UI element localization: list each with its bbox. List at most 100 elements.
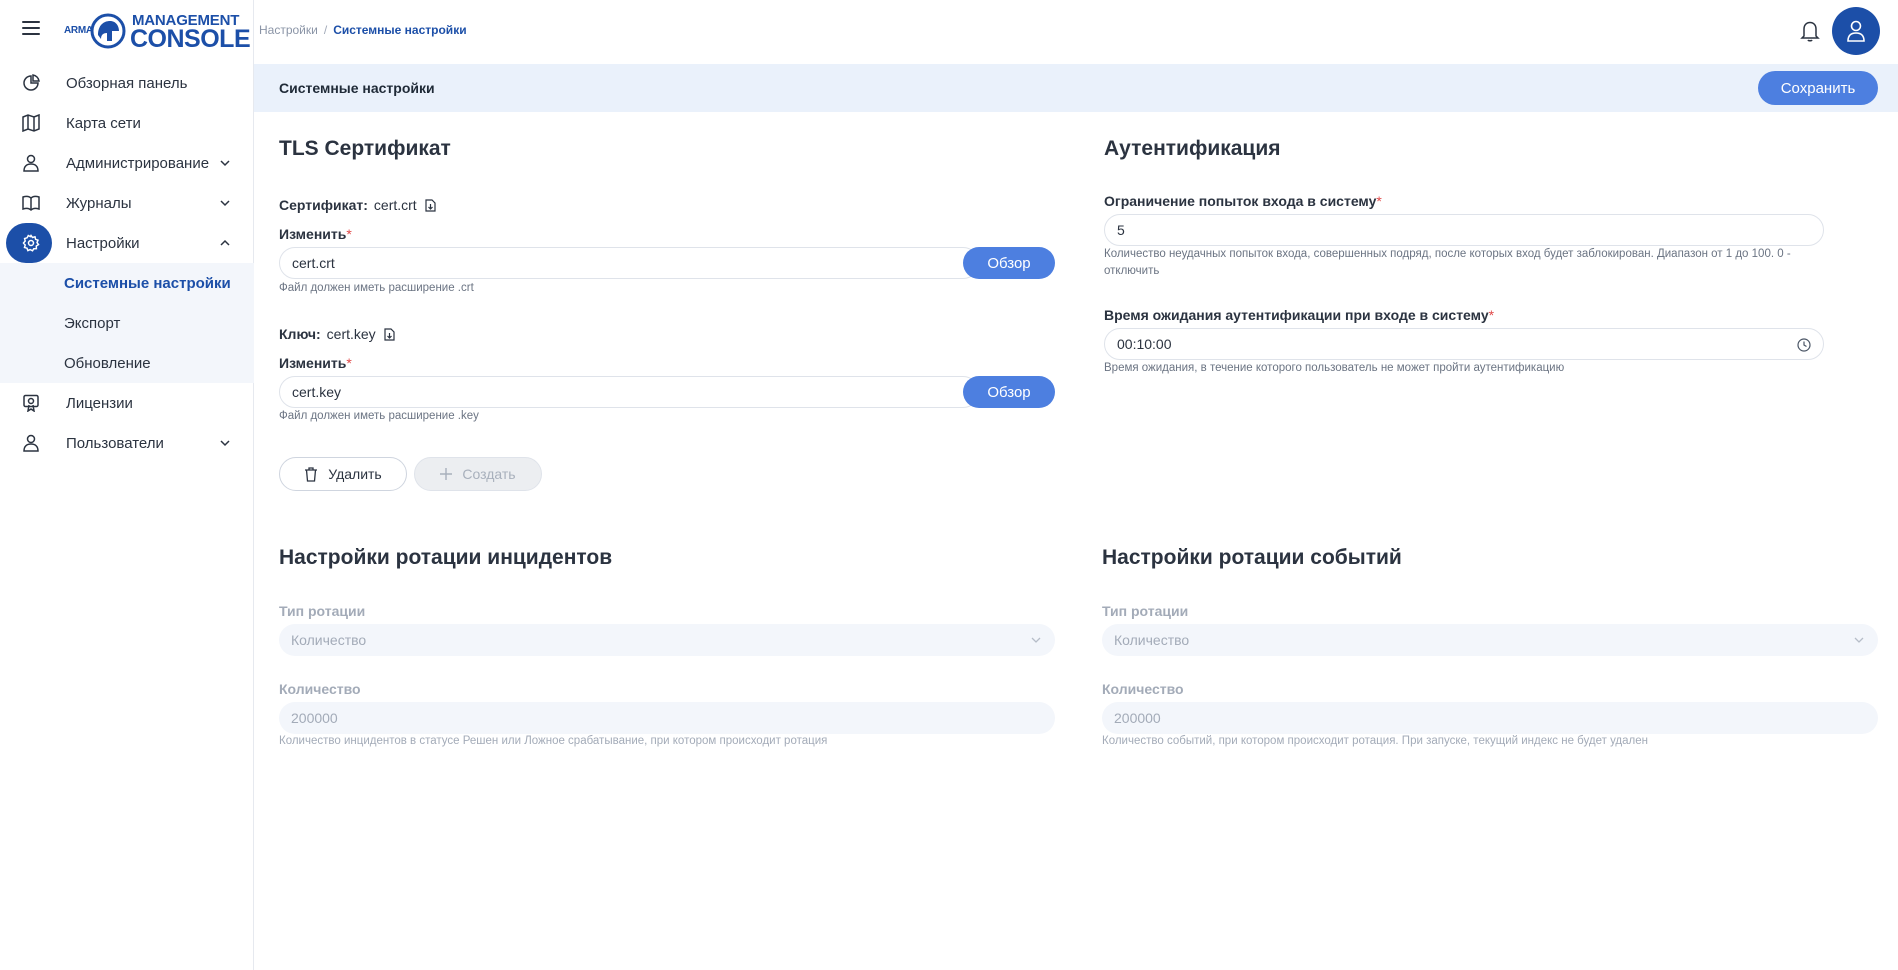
logo-arma-text: ARMA <box>64 25 93 36</box>
certificate-label: Сертификат: <box>279 197 368 213</box>
certificate-value: cert.crt <box>373 197 417 213</box>
events-hint: Количество событий, при котором происход… <box>1102 735 1648 747</box>
main-nav: Обзорная панель Карта сети Администриров… <box>0 63 254 463</box>
license-icon <box>23 394 39 412</box>
nav-item-label: Журналы <box>66 194 132 212</box>
user-icon <box>23 154 39 172</box>
create-label: Создать <box>462 466 516 482</box>
submenu-item-export[interactable]: Экспорт <box>0 303 254 343</box>
nav-item-label: Администрирование <box>66 154 210 172</box>
nav-item-dashboard[interactable]: Обзорная панель <box>0 63 254 103</box>
menu-toggle-icon[interactable] <box>22 21 40 37</box>
cert-file-input[interactable]: cert.crt <box>279 247 979 279</box>
cert-browse-button[interactable]: Обзор <box>963 247 1055 279</box>
events-type-value: Количество <box>1114 632 1190 648</box>
logo[interactable]: ARMA MANAGEMENT CONSOLE <box>64 10 251 53</box>
page-title: Системные настройки <box>279 80 435 96</box>
book-icon <box>22 195 40 212</box>
page-header: Системные настройки Сохранить <box>254 64 1898 112</box>
incidents-rotation-heading: Настройки ротации инцидентов <box>279 546 613 569</box>
settings-submenu: Системные настройки Экспорт Обновление <box>0 263 254 383</box>
nav-item-settings[interactable]: Настройки <box>0 223 254 263</box>
user-icon <box>23 434 39 452</box>
avatar[interactable] <box>1832 7 1880 55</box>
top-bar: Настройки / Системные настройки <box>254 0 1898 62</box>
delete-label: Удалить <box>328 466 382 482</box>
auth-heading: Аутентификация <box>1104 137 1281 160</box>
nav-item-journals[interactable]: Журналы <box>0 183 254 223</box>
attempts-label-text: Ограничение попыток входа в систему <box>1104 193 1377 209</box>
sidebar: ARMA MANAGEMENT CONSOLE Обзорная панель … <box>0 0 254 970</box>
logo-console-text: CONSOLE <box>130 25 251 53</box>
nav-item-label: Обзорная панель <box>66 74 188 92</box>
incidents-type-value: Количество <box>291 632 367 648</box>
nav-item-users[interactable]: Пользователи <box>0 423 254 463</box>
breadcrumb-current: Системные настройки <box>333 23 467 37</box>
attempts-label: Ограничение попыток входа в систему* <box>1104 193 1382 209</box>
user-icon <box>1847 20 1865 42</box>
incidents-count-input: 200000 <box>279 702 1055 734</box>
incidents-type-label: Тип ротации <box>279 603 366 619</box>
chevron-down-icon <box>1031 637 1041 643</box>
required-mark: * <box>346 226 352 242</box>
plus-icon <box>440 468 453 480</box>
cert-hint: Файл должен иметь расширение .crt <box>279 282 474 294</box>
nav-item-label: Пользователи <box>66 434 164 452</box>
trash-icon <box>305 466 318 482</box>
clock-icon[interactable] <box>1797 338 1811 352</box>
file-icon[interactable] <box>424 199 436 212</box>
chevron-down-icon <box>1854 637 1864 643</box>
nav-item-administration[interactable]: Администрирование <box>0 143 254 183</box>
login-attempts-input[interactable]: 5 <box>1104 214 1824 246</box>
key-file-input[interactable]: cert.key <box>279 376 979 408</box>
chevron-down-icon <box>220 440 230 447</box>
chevron-up-icon <box>220 239 230 246</box>
events-type-label: Тип ротации <box>1102 603 1189 619</box>
incidents-type-select: Количество <box>279 624 1055 656</box>
breadcrumb-separator: / <box>323 23 328 37</box>
brand-area: ARMA MANAGEMENT CONSOLE <box>0 0 254 62</box>
key-row: Ключ: cert.key <box>279 326 395 342</box>
key-value: cert.key <box>326 326 376 342</box>
events-type-select: Количество <box>1102 624 1878 656</box>
incidents-hint: Количество инцидентов в статусе Решен ил… <box>279 735 828 747</box>
key-browse-button[interactable]: Обзор <box>963 376 1055 408</box>
nav-item-network-map[interactable]: Карта сети <box>0 103 254 143</box>
submenu-item-update[interactable]: Обновление <box>0 343 254 383</box>
breadcrumb: Настройки / Системные настройки <box>259 23 467 37</box>
submenu-item-system-settings[interactable]: Системные настройки <box>0 263 254 303</box>
certificate-row: Сертификат: cert.crt <box>279 197 436 213</box>
chevron-down-icon <box>220 200 230 207</box>
nav-item-label: Лицензии <box>66 394 133 412</box>
auth-timeout-value: 00:10:00 <box>1117 336 1172 352</box>
gear-icon <box>22 234 40 252</box>
auth-timeout-input[interactable]: 00:10:00 <box>1104 328 1824 360</box>
save-button[interactable]: Сохранить <box>1758 71 1878 105</box>
key-label: Ключ: <box>279 326 321 342</box>
key-change-label: Изменить* <box>279 355 352 371</box>
pie-chart-icon <box>23 74 40 91</box>
helmet-logo-icon <box>90 13 126 49</box>
events-rotation-heading: Настройки ротации событий <box>1102 546 1402 569</box>
delete-button[interactable]: Удалить <box>279 457 407 491</box>
required-mark: * <box>346 355 352 371</box>
incidents-count-label: Количество <box>279 681 361 697</box>
events-count-input: 200000 <box>1102 702 1878 734</box>
required-mark: * <box>1488 307 1495 323</box>
key-change-text: Изменить <box>279 355 347 371</box>
cert-change-text: Изменить <box>279 226 347 242</box>
file-icon[interactable] <box>383 328 395 341</box>
events-count-label: Количество <box>1102 681 1184 697</box>
nav-item-label: Настройки <box>66 234 140 252</box>
attempts-hint-line2: отключить <box>1104 265 1160 277</box>
bell-icon[interactable] <box>1800 20 1820 42</box>
create-button: Создать <box>414 457 542 491</box>
key-hint: Файл должен иметь расширение .key <box>279 410 479 422</box>
required-mark: * <box>1376 193 1382 209</box>
timeout-label-text: Время ожидания аутентификации при входе … <box>1104 307 1489 323</box>
nav-item-licenses[interactable]: Лицензии <box>0 383 254 423</box>
breadcrumb-parent[interactable]: Настройки <box>259 23 318 37</box>
timeout-label: Время ожидания аутентификации при входе … <box>1104 307 1494 323</box>
timeout-hint: Время ожидания, в течение которого польз… <box>1104 362 1565 374</box>
chevron-down-icon <box>220 160 230 167</box>
